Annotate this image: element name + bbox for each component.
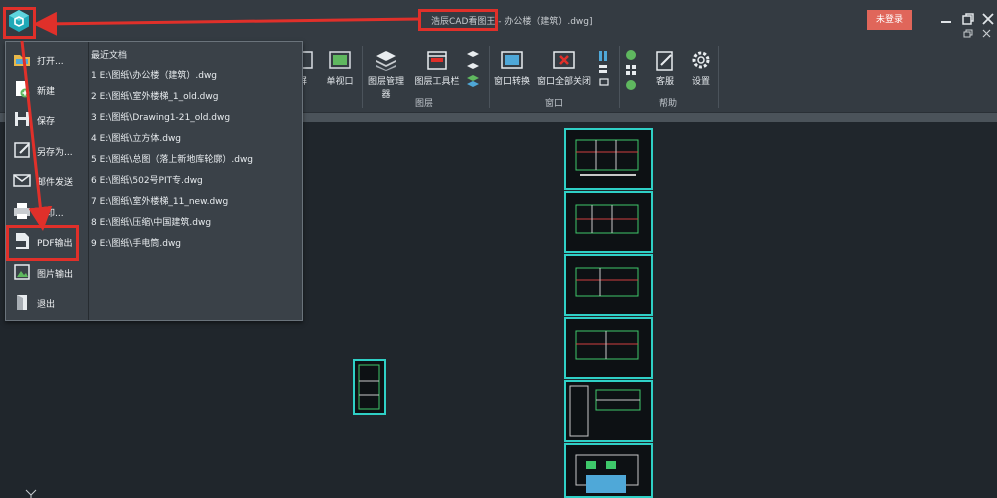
menu-item-image-export-label: 图片输出 bbox=[37, 270, 74, 280]
minimize-button[interactable] bbox=[938, 11, 954, 27]
highlight-box-app-name bbox=[418, 9, 498, 31]
recent-file-item[interactable]: 1 E:\图纸\办公楼（建筑）.dwg bbox=[91, 68, 217, 81]
recent-file-item[interactable]: 5 E:\图纸\总图（落上新地库轮廓）.dwg bbox=[91, 152, 253, 165]
settings-button[interactable]: 设置 bbox=[688, 49, 714, 87]
close-all-icon bbox=[553, 51, 575, 69]
recent-file-item[interactable]: 3 E:\图纸\Drawing1-21_old.dwg bbox=[91, 110, 230, 123]
menu-item-email-label: 邮件发送 bbox=[37, 178, 74, 188]
menu-item-save[interactable]: 保存 bbox=[10, 107, 86, 133]
new-file-icon bbox=[16, 81, 30, 98]
recent-file-item[interactable]: 2 E:\图纸\室外楼梯_1_old.dwg bbox=[91, 89, 218, 102]
single-viewport-button[interactable]: 单视口 bbox=[322, 49, 358, 87]
folder-open-icon bbox=[14, 55, 30, 66]
app-menu-dropdown: 打开... 新建 保存 另存为... 邮件发送 打印... PDF输出 图片输出… bbox=[5, 41, 303, 321]
layer-tools-icon bbox=[467, 51, 479, 87]
menu-item-print[interactable]: 打印... bbox=[10, 199, 86, 225]
window-group-label: 窗口 bbox=[544, 99, 563, 109]
doc-close-icon bbox=[982, 29, 991, 38]
save-icon bbox=[15, 112, 29, 126]
group-separator bbox=[362, 46, 363, 108]
layer-toolbar-button[interactable]: 图层工具栏 bbox=[414, 49, 460, 87]
save-as-icon bbox=[14, 142, 30, 158]
highlight-box-app-button bbox=[3, 7, 36, 39]
settings-label: 设置 bbox=[691, 77, 710, 87]
drawing-sheet[interactable] bbox=[564, 191, 653, 253]
floor-plan-thumbnail bbox=[575, 330, 639, 360]
doc-restore-button[interactable] bbox=[962, 29, 974, 39]
group-separator bbox=[718, 46, 719, 108]
mail-icon bbox=[13, 174, 31, 187]
close-icon bbox=[982, 13, 994, 25]
single-viewport-icon bbox=[329, 51, 351, 69]
title-bar: 浩辰CAD看图王 - 办公楼（建筑）.dwg] 未登录 bbox=[0, 0, 997, 40]
layer-small-tools[interactable] bbox=[466, 49, 480, 89]
window-switch-icon bbox=[501, 51, 523, 69]
doc-close-button[interactable] bbox=[981, 29, 993, 39]
customer-service-button[interactable]: 客服 bbox=[651, 49, 679, 87]
ucs-axis-icon bbox=[25, 489, 37, 498]
drawing-sheet-small[interactable] bbox=[353, 359, 386, 415]
layer-stack-icon bbox=[376, 51, 396, 71]
app-menu-commands: 打开... 新建 保存 另存为... 邮件发送 打印... PDF输出 图片输出… bbox=[6, 42, 89, 320]
printer-icon bbox=[14, 203, 30, 219]
window-switch-label: 窗口转换 bbox=[493, 77, 530, 87]
recent-file-item[interactable]: 8 E:\图纸\压缩\中国建筑.dwg bbox=[91, 215, 211, 228]
floor-plan-thumbnail bbox=[575, 267, 639, 297]
menu-item-new[interactable]: 新建 bbox=[10, 77, 86, 103]
recent-file-item[interactable]: 7 E:\图纸\室外楼梯_11_new.dwg bbox=[91, 194, 228, 207]
drawing-sheet[interactable] bbox=[564, 128, 653, 190]
floor-plan-thumbnail bbox=[575, 204, 639, 234]
highlight-box-pdf-export bbox=[6, 225, 79, 261]
layer-toolbar-icon bbox=[427, 51, 447, 70]
menu-item-email[interactable]: 邮件发送 bbox=[10, 168, 86, 194]
layers-group-label: 图层 bbox=[414, 99, 433, 109]
close-all-windows-label: 窗口全部关闭 bbox=[536, 77, 591, 87]
restore-button[interactable] bbox=[960, 11, 976, 27]
drawing-sheet[interactable] bbox=[564, 317, 653, 379]
drawing-sheet[interactable] bbox=[564, 443, 653, 498]
floor-plan-thumbnail bbox=[358, 364, 380, 410]
window-tile-icon bbox=[599, 51, 609, 86]
edit-document-icon bbox=[656, 51, 673, 71]
recent-file-item[interactable]: 4 E:\图纸\立方体.dwg bbox=[91, 131, 181, 144]
drawing-sheet[interactable] bbox=[564, 254, 653, 316]
menu-item-new-label: 新建 bbox=[37, 87, 56, 97]
gear-icon bbox=[692, 51, 710, 69]
menu-item-save-label: 保存 bbox=[37, 117, 56, 127]
floor-plan-thumbnail bbox=[575, 139, 639, 176]
help-group-label: 帮助 bbox=[658, 99, 677, 109]
menu-item-open-label: 打开... bbox=[37, 57, 64, 67]
doc-restore-icon bbox=[963, 29, 973, 38]
menu-item-exit[interactable]: 退出 bbox=[10, 290, 86, 316]
elevation-thumbnail bbox=[575, 454, 639, 493]
window-small-tools[interactable] bbox=[597, 49, 611, 89]
elevation-thumbnail bbox=[569, 385, 641, 437]
layer-manager-button[interactable]: 图层管理器 bbox=[364, 49, 408, 100]
recent-file-item[interactable]: 9 E:\图纸\手电筒.dwg bbox=[91, 236, 181, 249]
window-switch-button[interactable]: 窗口转换 bbox=[492, 49, 532, 87]
menu-item-save-as[interactable]: 另存为... bbox=[10, 138, 86, 164]
restore-icon bbox=[962, 13, 974, 25]
close-all-windows-button[interactable]: 窗口全部关闭 bbox=[536, 49, 592, 87]
minimize-icon bbox=[941, 21, 951, 23]
menu-item-open[interactable]: 打开... bbox=[10, 47, 86, 73]
layer-toolbar-label: 图层工具栏 bbox=[414, 77, 460, 87]
menu-item-print-label: 打印... bbox=[37, 209, 64, 219]
help-tools-icon bbox=[626, 50, 636, 90]
single-viewport-label: 单视口 bbox=[326, 77, 354, 87]
image-icon bbox=[14, 264, 30, 280]
recent-documents-title: 最近文档 bbox=[91, 51, 128, 61]
close-button[interactable] bbox=[980, 11, 996, 27]
drawing-sheet[interactable] bbox=[564, 380, 653, 442]
menu-item-save-as-label: 另存为... bbox=[37, 148, 73, 158]
menu-item-exit-label: 退出 bbox=[37, 300, 56, 310]
help-small-tools[interactable] bbox=[624, 49, 638, 91]
recent-file-item[interactable]: 6 E:\图纸\502号PIT专.dwg bbox=[91, 173, 203, 186]
login-button[interactable]: 未登录 bbox=[867, 10, 912, 30]
customer-service-label: 客服 bbox=[655, 77, 674, 87]
menu-item-image-export[interactable]: 图片输出 bbox=[10, 260, 86, 286]
exit-icon bbox=[17, 295, 27, 310]
document-name: - 办公楼（建筑）.dwg] bbox=[498, 17, 593, 27]
